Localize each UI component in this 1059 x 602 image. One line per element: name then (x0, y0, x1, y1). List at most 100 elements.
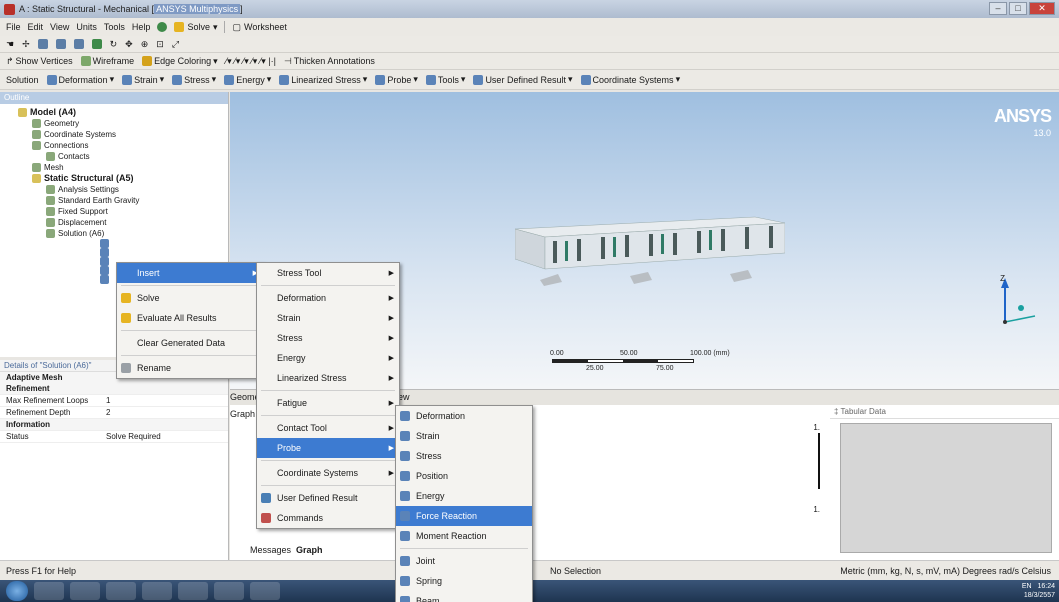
menu-item-coordinate-systems[interactable]: Coordinate Systems ▶ (257, 463, 399, 483)
close-icon[interactable]: ✕ (1029, 2, 1055, 15)
tree-node-label: Static Structural (A5) (44, 173, 134, 183)
menu-item-position[interactable]: Position (396, 466, 532, 486)
vertices-icon: ↱ (6, 55, 14, 66)
extend-icon[interactable] (91, 39, 102, 49)
menu-item-solve[interactable]: Solve (117, 288, 263, 308)
menu-item-insert[interactable]: Insert▶ (117, 263, 263, 283)
tree-node[interactable]: Connections (4, 140, 224, 151)
zoom-icon[interactable]: ⊕ (141, 39, 149, 50)
taskbar-gmail-icon[interactable] (250, 582, 280, 600)
solution-toolbar-tools[interactable]: Tools ▾ (425, 74, 465, 85)
messages-tab[interactable]: Messages (250, 545, 291, 555)
menu-item-joint[interactable]: Joint (396, 551, 532, 571)
face-select-icon[interactable] (37, 39, 48, 49)
menu-item[interactable]: File (6, 22, 21, 32)
select-mode-icon[interactable]: ☚ (6, 39, 14, 50)
pin-icon[interactable]: ‡ (834, 407, 838, 416)
maximize-icon[interactable]: □ (1009, 2, 1027, 15)
thicken-annotations-button[interactable]: ⊣ Thicken Annotations (284, 56, 375, 67)
menu-item-force-reaction[interactable]: Force Reaction (396, 506, 532, 526)
tree-node[interactable]: Solution (A6) (4, 228, 224, 239)
tree-node[interactable]: Standard Earth Gravity (4, 195, 224, 206)
zoom-box-icon[interactable]: ⊡ (156, 39, 164, 50)
menu-item-probe[interactable]: Probe ▶ (257, 438, 399, 458)
menu-item-stress[interactable]: Stress (396, 446, 532, 466)
solution-toolbar-energy[interactable]: Energy ▾ (224, 74, 271, 85)
menu-item[interactable]: Tools (104, 22, 125, 32)
edge-coloring-button[interactable]: Edge Coloring ▾ (142, 56, 218, 67)
tree-node[interactable]: Static Structural (A5) (4, 173, 224, 184)
start-button[interactable] (6, 581, 28, 601)
tree-node[interactable]: Displacement (4, 217, 224, 228)
menu-item-beam[interactable]: Beam (396, 591, 532, 602)
pan-icon[interactable]: ✥ (125, 39, 133, 50)
tree-node[interactable]: Geometry (4, 118, 224, 129)
solution-toolbar-solution[interactable]: Solution (6, 75, 39, 85)
menu-item-rename[interactable]: Rename (117, 358, 263, 378)
menu-item[interactable]: Edit (28, 22, 44, 32)
menu-item-user-defined-result[interactable]: User Defined Result (257, 488, 399, 508)
edge-style-buttons[interactable]: ⁄▾ ⁄▾ ⁄▾ ⁄▾ ⁄▾ |·| (226, 56, 276, 67)
menu-item-stress[interactable]: Stress ▶ (257, 328, 399, 348)
language-indicator[interactable]: EN (1022, 583, 1032, 590)
details-row[interactable]: Status Solve Required (0, 431, 228, 443)
menu-item-spring[interactable]: Spring (396, 571, 532, 591)
tree-node[interactable]: Mesh (4, 162, 224, 173)
menu-item-deformation[interactable]: Deformation ▶ (257, 288, 399, 308)
menu-item[interactable]: Units (76, 22, 97, 32)
tree-node[interactable]: Analysis Settings (4, 184, 224, 195)
worksheet-button[interactable]: ▢ Worksheet (232, 22, 286, 33)
taskbar-chrome-icon[interactable] (34, 582, 64, 600)
status-units[interactable]: Metric (mm, kg, N, s, mV, mA) Degrees ra… (840, 566, 1051, 576)
menu-item-deformation[interactable]: Deformation (396, 406, 532, 426)
menu-item-moment-reaction[interactable]: Moment Reaction (396, 526, 532, 546)
solution-toolbar-coordinate-systems[interactable]: Coordinate Systems ▾ (580, 74, 680, 85)
taskbar-app-icon[interactable] (142, 582, 172, 600)
details-key: Max Refinement Loops (6, 396, 89, 405)
graph-tab[interactable]: Graph (296, 545, 323, 555)
details-row[interactable]: Information (0, 419, 228, 431)
menu-item-contact-tool[interactable]: Contact Tool ▶ (257, 418, 399, 438)
taskbar-app-icon[interactable] (70, 582, 100, 600)
taskbar-line-icon[interactable] (178, 582, 208, 600)
menu-item-clear-generated-data[interactable]: Clear Generated Data (117, 333, 263, 353)
taskbar-ansys-icon[interactable] (214, 582, 244, 600)
solution-toolbar-linearized-stress[interactable]: Linearized Stress ▾ (279, 74, 367, 85)
details-row[interactable]: Max Refinement Loops 1 (0, 395, 228, 407)
menu-item-stress-tool[interactable]: Stress Tool ▶ (257, 263, 399, 283)
menu-item-linearized-stress[interactable]: Linearized Stress ▶ (257, 368, 399, 388)
tree-node[interactable] (4, 239, 224, 248)
menu-item[interactable]: Help (132, 22, 151, 32)
solution-toolbar-stress[interactable]: Stress ▾ (172, 74, 216, 85)
menu-item-evaluate-all-results[interactable]: Evaluate All Results (117, 308, 263, 328)
tree-node[interactable]: Fixed Support (4, 206, 224, 217)
solve-button[interactable]: Solve ▾ (174, 22, 217, 33)
rotate-icon[interactable]: ↻ (110, 39, 118, 50)
menu-item[interactable]: View (50, 22, 69, 32)
solution-toolbar-probe[interactable]: Probe ▾ (375, 74, 418, 85)
edge-select-icon[interactable] (55, 39, 66, 49)
taskbar-folder-icon[interactable] (106, 582, 136, 600)
tree-node[interactable]: Contacts (4, 151, 224, 162)
menu-item-energy[interactable]: Energy ▶ (257, 348, 399, 368)
tree-node[interactable]: Model (A4) (4, 107, 224, 118)
menu-item-energy[interactable]: Energy (396, 486, 532, 506)
minimize-icon[interactable]: – (989, 2, 1007, 15)
menu-item-strain[interactable]: Strain ▶ (257, 308, 399, 328)
fit-icon[interactable]: ⤢ (172, 39, 179, 50)
menu-item-commands[interactable]: Commands (257, 508, 399, 528)
details-row[interactable]: Refinement Depth 2 (0, 407, 228, 419)
body-select-icon[interactable] (73, 39, 84, 49)
tree-node[interactable]: Coordinate Systems (4, 129, 224, 140)
beam-model[interactable] (515, 207, 785, 270)
tree-node-label: Mesh (44, 163, 64, 172)
tree-node[interactable] (4, 248, 224, 257)
show-vertices-button[interactable]: ↱ Show Vertices (6, 56, 73, 67)
cursor-icon[interactable]: ✢ (22, 39, 30, 50)
solution-toolbar-deformation[interactable]: Deformation ▾ (46, 74, 114, 85)
menu-item-strain[interactable]: Strain (396, 426, 532, 446)
solution-toolbar-strain[interactable]: Strain ▾ (122, 74, 164, 85)
solution-toolbar-user-defined-result[interactable]: User Defined Result ▾ (473, 74, 573, 85)
wireframe-button[interactable]: Wireframe (80, 56, 134, 66)
menu-item-fatigue[interactable]: Fatigue ▶ (257, 393, 399, 413)
